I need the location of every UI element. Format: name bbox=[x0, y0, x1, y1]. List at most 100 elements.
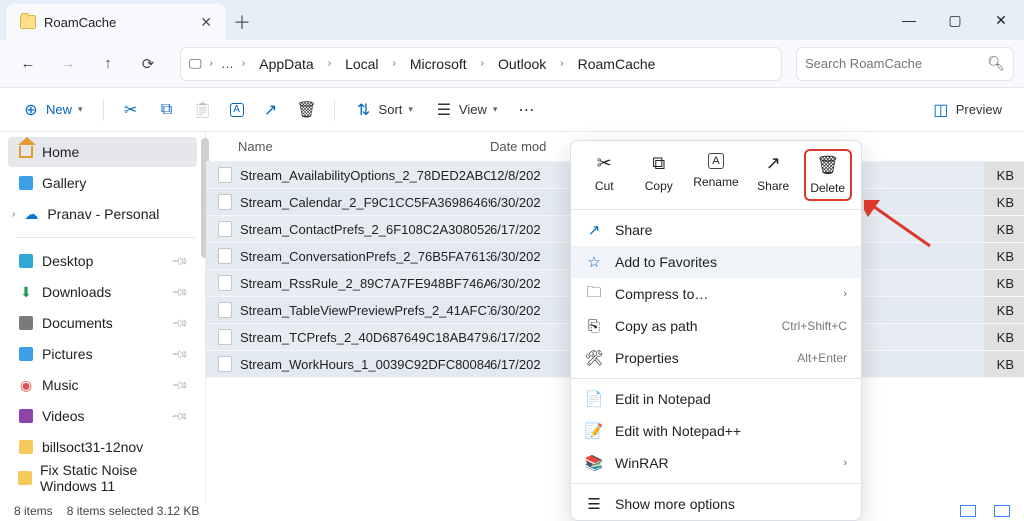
back-button[interactable]: ← bbox=[10, 46, 46, 82]
crumb-appdata[interactable]: AppData bbox=[253, 54, 319, 74]
sidebar-item-personal[interactable]: ›☁Pranav - Personal bbox=[8, 199, 197, 229]
file-date: 12/8/202 bbox=[490, 168, 580, 183]
sidebar-item-desktop[interactable]: Desktop📌︎ bbox=[8, 246, 197, 276]
crumb-microsoft[interactable]: Microsoft bbox=[404, 54, 473, 74]
ctx-copy-path[interactable]: ⎘Copy as pathCtrl+Shift+C bbox=[571, 310, 861, 342]
file-size: KB bbox=[984, 351, 1024, 377]
ctx-delete[interactable]: 🗑Delete bbox=[804, 149, 852, 201]
ctx-more-options[interactable]: ☰Show more options bbox=[571, 488, 861, 520]
sidebar-item-pictures[interactable]: Pictures📌︎ bbox=[8, 339, 197, 369]
file-name: Stream_TCPrefs_2_40D687649C18AB479A1AFA… bbox=[240, 330, 490, 345]
file-date: 6/17/202 bbox=[490, 330, 580, 345]
ctx-notepadpp[interactable]: 📝Edit with Notepad++ bbox=[571, 415, 861, 447]
thumb-view-icon[interactable] bbox=[994, 505, 1010, 517]
ctx-properties[interactable]: 🛠PropertiesAlt+Enter bbox=[571, 342, 861, 374]
ctx-notepad[interactable]: 📄Edit in Notepad bbox=[571, 383, 861, 415]
sidebar-item-gallery[interactable]: Gallery bbox=[8, 168, 197, 198]
status-selection: 8 items selected 3.12 KB bbox=[67, 504, 200, 518]
share-button[interactable]: ↗ bbox=[256, 94, 286, 126]
file-name: Stream_Calendar_2_F9C1CC5FA369864696A69E… bbox=[240, 195, 490, 210]
paste-button: 📋︎ bbox=[188, 94, 218, 126]
breadcrumb[interactable]: 🖵 › … › AppData › Local › Microsoft › Ou… bbox=[180, 47, 782, 81]
crumb-local[interactable]: Local bbox=[339, 54, 384, 74]
chevron-icon[interactable]: › bbox=[238, 58, 249, 69]
details-view-icon[interactable] bbox=[960, 505, 976, 517]
view-button[interactable]: ☰View▾ bbox=[427, 94, 505, 126]
ctx-cut[interactable]: ✂Cut bbox=[580, 149, 628, 201]
ctx-share-row[interactable]: ↗Share bbox=[571, 214, 861, 246]
file-size: KB bbox=[984, 324, 1024, 350]
file-icon bbox=[218, 248, 232, 264]
file-icon bbox=[218, 302, 232, 318]
rename-button[interactable]: A bbox=[224, 94, 250, 126]
ctx-share[interactable]: ↗Share bbox=[749, 149, 797, 201]
chevron-icon[interactable]: › bbox=[324, 58, 335, 69]
sidebar-item-documents[interactable]: Documents📌︎ bbox=[8, 308, 197, 338]
file-date: 6/30/202 bbox=[490, 303, 580, 318]
col-date[interactable]: Date mod bbox=[490, 139, 580, 154]
tab-close-icon[interactable]: ✕ bbox=[200, 14, 212, 31]
share-icon: ↗ bbox=[585, 221, 603, 239]
more-button[interactable]: ⋯ bbox=[511, 94, 541, 126]
sidebar-item-folder[interactable]: billsoct31-12nov bbox=[8, 432, 197, 462]
ctx-winrar[interactable]: 📚WinRAR› bbox=[571, 447, 861, 479]
chevron-icon[interactable]: › bbox=[477, 58, 488, 69]
pin-icon: 📌︎ bbox=[170, 406, 189, 425]
new-button[interactable]: ⊕New▾ bbox=[14, 94, 91, 126]
archive-icon: 🗀 bbox=[585, 282, 603, 307]
delete-button[interactable]: 🗑 bbox=[292, 94, 322, 126]
preview-button[interactable]: ◫Preview bbox=[924, 94, 1010, 126]
sidebar-item-music[interactable]: ◉Music📌︎ bbox=[8, 370, 197, 400]
pin-icon: 📌︎ bbox=[170, 251, 189, 270]
file-date: 6/30/202 bbox=[490, 276, 580, 291]
ctx-compress[interactable]: 🗀Compress to…› bbox=[571, 278, 861, 310]
monitor-icon: 🖵 bbox=[189, 56, 202, 72]
chevron-icon[interactable]: › bbox=[556, 58, 567, 69]
close-button[interactable]: ✕ bbox=[978, 0, 1024, 40]
col-name[interactable]: Name bbox=[206, 139, 490, 154]
address-bar: ← → ↑ ⟳ 🖵 › … › AppData › Local › Micros… bbox=[0, 40, 1024, 88]
file-icon bbox=[218, 167, 232, 183]
chevron-icon[interactable]: › bbox=[206, 58, 217, 69]
winrar-icon: 📚 bbox=[585, 454, 603, 472]
search-icon[interactable]: 🔍︎ bbox=[987, 55, 1005, 72]
file-icon bbox=[218, 275, 232, 291]
copy-button[interactable]: ⧉ bbox=[152, 94, 182, 126]
crumb-outlook[interactable]: Outlook bbox=[492, 54, 552, 74]
cut-button[interactable]: ✂ bbox=[116, 94, 146, 126]
sidebar-item-home[interactable]: Home bbox=[8, 137, 197, 167]
titlebar: RoamCache ✕ ＋ — ▢ ✕ bbox=[0, 0, 1024, 40]
window-tab[interactable]: RoamCache ✕ bbox=[6, 4, 226, 40]
crumb-roamcache[interactable]: RoamCache bbox=[572, 54, 662, 74]
search-box[interactable]: 🔍︎ bbox=[796, 47, 1014, 81]
chevron-icon[interactable]: › bbox=[389, 58, 400, 69]
minimize-button[interactable]: — bbox=[886, 0, 932, 40]
context-menu: ✂Cut ⧉Copy ARename ↗Share 🗑Delete ↗Share… bbox=[570, 140, 862, 521]
maximize-button[interactable]: ▢ bbox=[932, 0, 978, 40]
folder-icon bbox=[20, 15, 36, 29]
file-date: 6/17/202 bbox=[490, 222, 580, 237]
search-input[interactable] bbox=[805, 56, 987, 71]
notepad-icon: 📄 bbox=[585, 390, 603, 408]
file-name: Stream_ContactPrefs_2_6F108C2A30805242BA… bbox=[240, 222, 490, 237]
file-name: Stream_WorkHours_1_0039C92DFC800843A6D… bbox=[240, 357, 490, 372]
sidebar-item-folder[interactable]: Fix Static Noise Windows 11 bbox=[8, 463, 197, 493]
notepadpp-icon: 📝 bbox=[585, 422, 603, 440]
wrench-icon: 🛠 bbox=[585, 349, 603, 367]
refresh-button[interactable]: ⟳ bbox=[130, 46, 166, 82]
sidebar-item-downloads[interactable]: ⬇Downloads📌︎ bbox=[8, 277, 197, 307]
file-size: KB bbox=[984, 270, 1024, 296]
ctx-copy[interactable]: ⧉Copy bbox=[635, 149, 683, 201]
pin-icon: 📌︎ bbox=[170, 375, 189, 394]
ctx-rename[interactable]: ARename bbox=[689, 149, 742, 201]
file-size: KB bbox=[984, 243, 1024, 269]
ctx-favorites[interactable]: ☆Add to Favorites bbox=[571, 246, 861, 278]
tab-title: RoamCache bbox=[44, 15, 192, 30]
ellipsis-icon[interactable]: … bbox=[221, 56, 234, 71]
up-button[interactable]: ↑ bbox=[90, 46, 126, 82]
sidebar-item-videos[interactable]: Videos📌︎ bbox=[8, 401, 197, 431]
sort-button[interactable]: ⇅Sort▾ bbox=[347, 94, 421, 126]
chevron-right-icon: › bbox=[843, 288, 847, 300]
new-tab-button[interactable]: ＋ bbox=[226, 4, 258, 40]
share-icon: ↗ bbox=[766, 153, 781, 173]
